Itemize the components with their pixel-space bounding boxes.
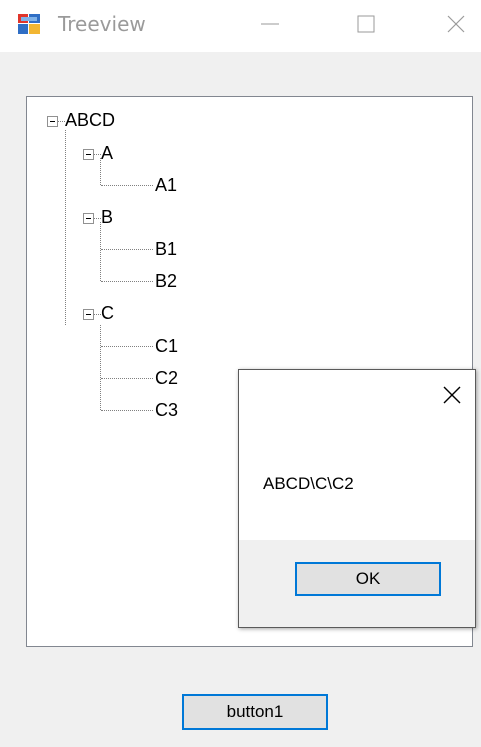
maximize-button[interactable] [336,0,396,48]
ok-button[interactable]: OK [295,562,441,596]
tree-node-c[interactable]: C [101,302,114,324]
tree-node-c2[interactable]: C2 [155,367,178,389]
tree-node-b[interactable]: B [101,206,113,228]
tree-node-c1[interactable]: C1 [155,335,178,357]
tree-connector-line [101,249,153,250]
tree-connector-line [100,222,101,281]
tree-connector-line [101,281,153,282]
tree-connector-line [93,314,101,315]
tree-connector-line [65,130,66,325]
tree-node-b2[interactable]: B2 [155,270,177,292]
tree-node-root[interactable]: ABCD [65,109,115,131]
tree-connector-line [101,378,153,379]
title-bar[interactable]: Treeview [0,0,481,52]
maximize-icon [357,15,375,33]
tree-connector-line [93,218,101,219]
collapse-icon[interactable] [83,213,94,224]
app-icon [18,14,40,34]
close-button[interactable] [426,0,481,48]
button1[interactable]: button1 [182,694,328,730]
collapse-icon[interactable] [47,116,58,127]
collapse-icon[interactable] [83,149,94,160]
window-title: Treeview [58,12,146,36]
tree-node-a[interactable]: A [101,142,113,164]
close-icon[interactable] [441,384,463,406]
main-window: Treeview ABCD A A1 B B1 B2 C C1 C2 C3 AB… [0,0,481,747]
tree-connector-line [57,121,65,122]
collapse-icon[interactable] [83,309,94,320]
close-icon [447,15,465,33]
minimize-icon [261,23,279,25]
minimize-button[interactable] [240,0,300,48]
tree-connector-line [93,154,101,155]
message-dialog: ABCD\C\C2 OK [238,369,476,628]
tree-connector-line [101,410,153,411]
tree-node-b1[interactable]: B1 [155,238,177,260]
dialog-message: ABCD\C\C2 [263,474,354,493]
tree-connector-line [100,325,101,410]
dialog-footer: OK [239,540,475,627]
tree-node-c3[interactable]: C3 [155,399,178,421]
tree-connector-line [101,185,153,186]
tree-node-a1[interactable]: A1 [155,174,177,196]
tree-connector-line [101,346,153,347]
